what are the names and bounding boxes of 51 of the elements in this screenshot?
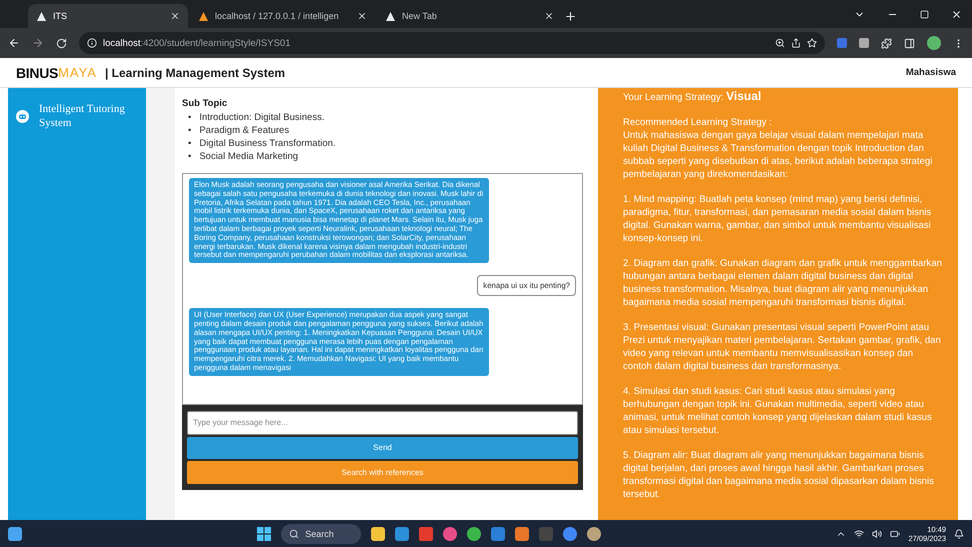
volume-icon[interactable]: [872, 528, 882, 538]
subtopic-item: Social Media Marketing: [199, 150, 298, 163]
app-title: | Learning Management System: [104, 66, 286, 80]
brand-logo: BINUS: [16, 64, 58, 80]
reload-icon[interactable]: [56, 38, 67, 48]
forward-icon[interactable]: [32, 37, 44, 49]
strategy-point: 4. Simulasi dan studi kasus: Cari studi kasus atau simulasi yang berhubungan dengan topik ini. Gunakan multimedia, seperti video atau animasi, untuk melihat contoh konsep yang dijelaskan dalam studi kasus atau simulasi tersebut.: [623, 385, 933, 437]
bullet-marker: •: [188, 124, 192, 137]
bullet-marker: •: [188, 111, 192, 124]
windows-start-icon[interactable]: [257, 526, 272, 540]
subtopic-item: Paradigm & Features: [199, 124, 290, 137]
tab-favicon-icon: [36, 10, 47, 22]
strategy-point: 5. Diagram alir: Buat diagram alir yang menunjukkan bagaimana bisnis digital berjalan, dari proses awal hingga hasil akhir. Gambarkan proses transformasi digital dan bagaimana media sosial dipasarkan dalam bisnis tersebut.: [623, 449, 935, 501]
brand-logo-accent: MAYA: [58, 65, 97, 80]
restore-icon[interactable]: [920, 10, 929, 18]
close-icon[interactable]: [544, 11, 554, 21]
close-icon[interactable]: [951, 8, 962, 20]
share-icon[interactable]: [791, 38, 801, 48]
strategy-intro: Recommended Learning Strategy : Untuk mahasiswa dengan gaya belajar visual dalam mempelajari mata kuliah Digital Business & Transformation dengan topik Introduction dan subbab seperti yang disebutkan di atas, berikut adalah beberapa strategi pembelajaran yang direkomendasikan:: [623, 116, 934, 181]
url-path: :4200/student/learningStyle/ISYS01: [140, 38, 290, 48]
strategy-point: 2. Diagram dan grafik: Gunakan diagram dan grafik untuk menggambarkan hubungan antara berbagai elemen dalam digital business dan digital business transformation. Misalnya, buat diagram alir yang menunjukkan bagaimana media sosial mempengaruhi transformasi bisnis digital.: [623, 257, 943, 309]
robot-icon: [16, 110, 29, 123]
battery-icon[interactable]: [890, 528, 900, 538]
strategy-point: 1. Mind mapping: Buatlah peta konsep (mind map) yang berisi definisi, paradigma, fitur, transformasi, dan pemasaran media sosial dalam bisnis digital. Gunakan warna, gambar, dan simbol untuk membantu visualisasi konsep-konsep ini.: [623, 193, 932, 245]
subtopic-item: Introduction: Digital Business.: [199, 111, 324, 124]
browser-tab[interactable]: ITS: [28, 4, 188, 28]
address-bar[interactable]: localhost:4200/student/learningStyle/ISYS01: [79, 32, 825, 54]
url-host: localhost: [103, 38, 140, 48]
strategy-point: 3. Presentasi visual: Gunakan presentasi visual seperti PowerPoint atau Prezi untuk menyajikan materi pembelajaran. Sertakan gambar, grafik, dan video yang relevan untuk membantu memvisualisasikan konsep dan contoh dalam digital business dan transformasinya.: [623, 321, 942, 373]
strategy-label: Your Learning Strategy: Visual: [623, 90, 762, 104]
bullet-marker: •: [188, 137, 192, 150]
message-input[interactable]: Type your message here...: [187, 411, 578, 435]
side-panel-icon[interactable]: [904, 38, 915, 48]
bullet-marker: •: [188, 150, 192, 163]
tab-favicon-icon: [198, 10, 209, 22]
subtopic-item: Digital Business Transformation.: [199, 137, 336, 150]
close-icon[interactable]: [357, 11, 367, 21]
star-icon[interactable]: [807, 38, 817, 48]
search-icon: [289, 528, 300, 538]
back-icon[interactable]: [8, 37, 20, 49]
notification-icon[interactable]: [954, 528, 964, 538]
user-role: Mahasiswa: [906, 67, 956, 78]
tab-favicon-icon: [385, 10, 396, 22]
wifi-icon[interactable]: [854, 528, 864, 538]
puzzle-icon[interactable]: [881, 38, 892, 48]
zoom-icon[interactable]: [775, 38, 785, 48]
profile-avatar[interactable]: [927, 36, 941, 50]
taskbar-search[interactable]: Search: [281, 524, 362, 544]
subtopic-heading: Sub Topic: [182, 98, 228, 109]
close-icon[interactable]: [170, 11, 180, 21]
info-icon: [87, 38, 97, 48]
